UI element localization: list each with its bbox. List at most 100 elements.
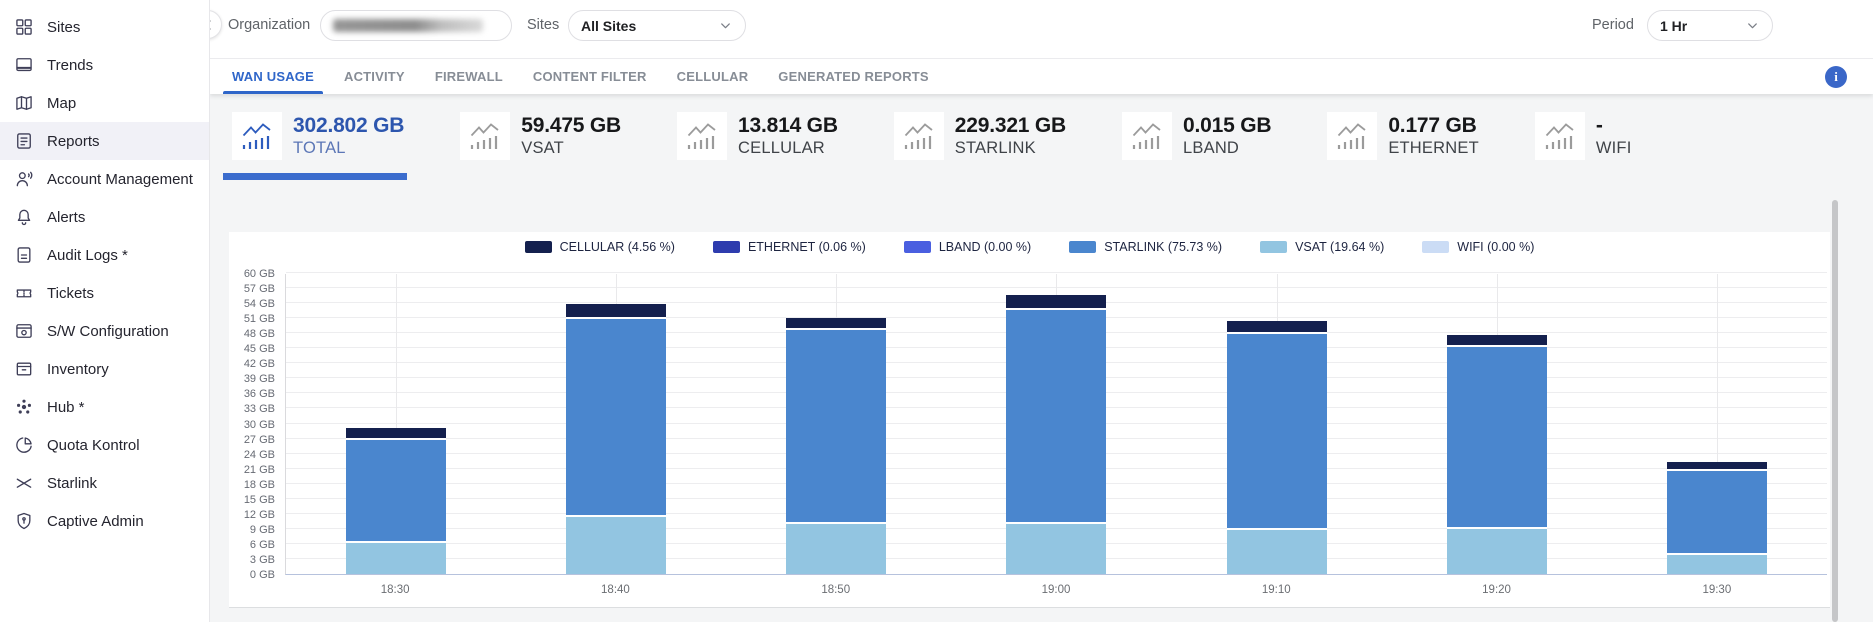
tab-content-filter[interactable]: CONTENT FILTER <box>524 59 656 94</box>
y-tick-label: 45 GB <box>229 343 275 355</box>
stat-text: 229.321 GB STARLINK <box>955 114 1066 159</box>
sidebar-item-starlink[interactable]: Starlink <box>0 464 209 502</box>
stat-value: 0.015 GB <box>1183 114 1271 138</box>
sidebar-item-hub[interactable]: Hub * <box>0 388 209 426</box>
legend-item-lband[interactable]: LBAND (0.00 %) <box>904 240 1031 254</box>
bar-segment-vsat <box>346 543 446 574</box>
sidebar-item-captive-admin[interactable]: Captive Admin <box>0 502 209 540</box>
tab-activity[interactable]: ACTIVITY <box>335 59 414 94</box>
stat-chip-starlink[interactable]: 229.321 GB STARLINK <box>894 112 1066 160</box>
legend-swatch <box>525 241 552 253</box>
hub-icon <box>14 397 34 417</box>
stat-chip-wifi[interactable]: - WIFI <box>1535 112 1632 160</box>
category-slot <box>1167 274 1387 574</box>
y-tick-label: 27 GB <box>229 434 275 446</box>
y-tick-label: 3 GB <box>229 554 275 566</box>
stat-chip-vsat[interactable]: 59.475 GB VSAT <box>460 112 621 160</box>
sidebar-item-label: Alerts <box>47 209 85 226</box>
tab-firewall[interactable]: FIREWALL <box>426 59 512 94</box>
stat-text: - WIFI <box>1596 114 1632 159</box>
sidebar-item-tickets[interactable]: Tickets <box>0 274 209 312</box>
x-axis: 18:3018:4018:5019:0019:1019:2019:30 <box>285 584 1827 596</box>
account-management-icon <box>14 169 34 189</box>
captive-admin-icon <box>14 511 34 531</box>
sidebar-item-sites[interactable]: Sites <box>0 8 209 46</box>
period-select[interactable]: 1 Hr <box>1647 10 1773 41</box>
chart-icon <box>1535 112 1585 160</box>
y-tick-label: 6 GB <box>229 539 275 551</box>
legend-item-wifi[interactable]: WIFI (0.00 %) <box>1422 240 1534 254</box>
sidebar-item-alerts[interactable]: Alerts <box>0 198 209 236</box>
bar-segment-starlink <box>1006 310 1106 522</box>
stat-text: 302.802 GB TOTAL <box>293 114 404 159</box>
bar-segment-cellular <box>1667 462 1767 469</box>
stat-text: 59.475 GB VSAT <box>521 114 621 159</box>
sites-select[interactable]: All Sites <box>568 10 746 41</box>
period-select-value: 1 Hr <box>1660 18 1687 34</box>
bar-segment-starlink <box>346 440 446 541</box>
category-slot <box>726 274 946 574</box>
legend-swatch <box>1422 241 1449 253</box>
sidebar-item-inventory[interactable]: Inventory <box>0 350 209 388</box>
bar-segment-starlink <box>1227 334 1327 528</box>
stat-label: WIFI <box>1596 138 1632 159</box>
vertical-scrollbar[interactable] <box>1832 200 1838 622</box>
stat-value: 229.321 GB <box>955 114 1066 138</box>
stat-text: 13.814 GB CELLULAR <box>738 114 838 159</box>
tab-cellular[interactable]: CELLULAR <box>668 59 758 94</box>
sidebar-item-label: Captive Admin <box>47 513 144 530</box>
organization-value-pill[interactable] <box>320 10 512 41</box>
stat-label: STARLINK <box>955 138 1066 159</box>
legend-swatch <box>1069 241 1096 253</box>
legend-item-vsat[interactable]: VSAT (19.64 %) <box>1260 240 1384 254</box>
sidebar-item-account-management[interactable]: Account Management <box>0 160 209 198</box>
inventory-icon <box>14 359 34 379</box>
sidebar-item-audit-logs[interactable]: Audit Logs * <box>0 236 209 274</box>
legend-item-starlink[interactable]: STARLINK (75.73 %) <box>1069 240 1222 254</box>
bar-19-20 <box>1447 335 1547 574</box>
y-tick-label: 57 GB <box>229 283 275 295</box>
tab-wan-usage[interactable]: WAN USAGE <box>223 59 323 94</box>
y-tick-label: 51 GB <box>229 313 275 325</box>
legend-label: VSAT (19.64 %) <box>1295 240 1384 254</box>
bar-segment-vsat <box>1006 524 1106 574</box>
tab-generated-reports[interactable]: GENERATED REPORTS <box>769 59 938 94</box>
stat-chip-total[interactable]: 302.802 GB TOTAL <box>232 112 404 160</box>
stat-value: - <box>1596 114 1632 138</box>
y-tick-label: 9 GB <box>229 524 275 536</box>
sidebar-item-label: Quota Kontrol <box>47 437 140 454</box>
bar-segment-cellular <box>346 428 446 439</box>
bar-18-30 <box>346 428 446 574</box>
sidebar-item-s-w-configuration[interactable]: S/W Configuration <box>0 312 209 350</box>
top-bar: Organization Sites All Sites Period 1 Hr <box>210 0 1873 58</box>
gridline <box>286 272 1827 273</box>
x-tick-label: 19:00 <box>946 584 1166 596</box>
stat-chip-cellular[interactable]: 13.814 GB CELLULAR <box>677 112 838 160</box>
tickets-icon <box>14 283 34 303</box>
bar-segment-vsat <box>1227 530 1327 574</box>
audit-logs-icon <box>14 245 34 265</box>
category-slot <box>506 274 726 574</box>
stat-chip-lband[interactable]: 0.015 GB LBAND <box>1122 112 1271 160</box>
sidebar-item-map[interactable]: Map <box>0 84 209 122</box>
sidebar-item-reports[interactable]: Reports <box>0 122 209 160</box>
chart-icon <box>677 112 727 160</box>
starlink-icon <box>14 473 34 493</box>
y-axis: 0 GB3 GB6 GB9 GB12 GB15 GB18 GB21 GB24 G… <box>229 274 275 575</box>
legend-item-ethernet[interactable]: ETHERNET (0.06 %) <box>713 240 866 254</box>
info-icon[interactable]: i <box>1825 66 1847 88</box>
y-tick-label: 30 GB <box>229 419 275 431</box>
bar-19-00 <box>1006 295 1106 574</box>
sidebar-item-quota-kontrol[interactable]: Quota Kontrol <box>0 426 209 464</box>
sidebar-item-trends[interactable]: Trends <box>0 46 209 84</box>
bar-segment-cellular <box>786 318 886 328</box>
chart-icon <box>894 112 944 160</box>
stat-label: TOTAL <box>293 138 404 159</box>
legend-item-cellular[interactable]: CELLULAR (4.56 %) <box>525 240 675 254</box>
wan-usage-chart-card: CELLULAR (4.56 %) ETHERNET (0.06 %) LBAN… <box>229 232 1830 608</box>
stat-label: ETHERNET <box>1388 138 1479 159</box>
y-tick-label: 21 GB <box>229 464 275 476</box>
organization-value-redacted <box>333 19 483 32</box>
stat-value: 13.814 GB <box>738 114 838 138</box>
stat-chip-ethernet[interactable]: 0.177 GB ETHERNET <box>1327 112 1479 160</box>
